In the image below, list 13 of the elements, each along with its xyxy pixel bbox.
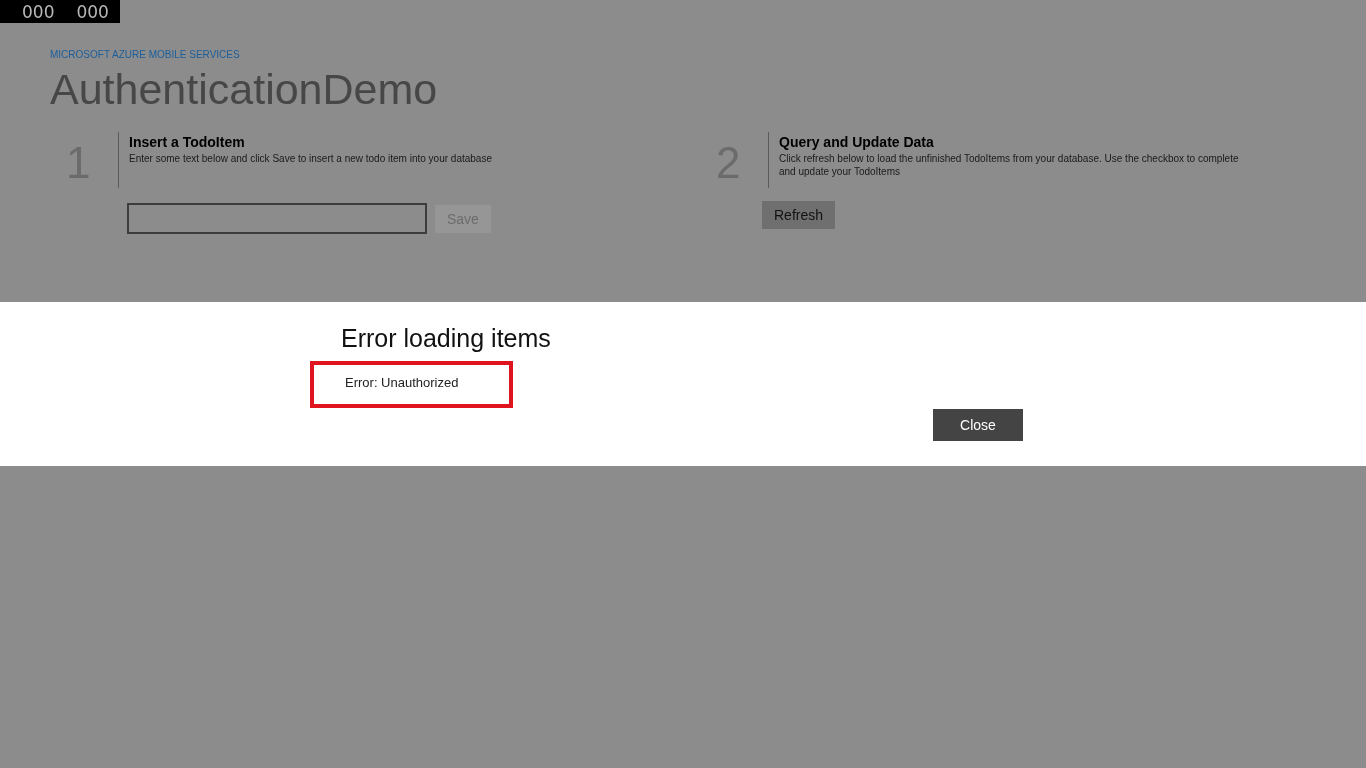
- close-button[interactable]: Close: [933, 409, 1023, 441]
- error-message: Error: Unauthorized: [310, 361, 513, 408]
- step-description: Click refresh below to load the unfinished TodoItems from your database. Use the checkbox to complete and update your TodoItems: [779, 152, 1240, 178]
- step-heading: Query and Update Data: [779, 134, 935, 150]
- dialog-title: Error loading items: [341, 324, 552, 353]
- step-heading: Insert a TodoItem: [129, 134, 246, 150]
- step-description: Enter some text below and click Save to insert a new todo item into your database: [129, 152, 493, 165]
- app-title: AuthenticationDemo: [50, 65, 439, 114]
- refresh-button[interactable]: Refresh: [762, 201, 836, 229]
- app-subtitle: MICROSOFT AZURE MOBILE SERVICES: [50, 49, 241, 60]
- text-input-field[interactable]: [127, 203, 427, 234]
- counter-digits: 000: [76, 1, 109, 22]
- counter-digits: 000: [22, 1, 55, 22]
